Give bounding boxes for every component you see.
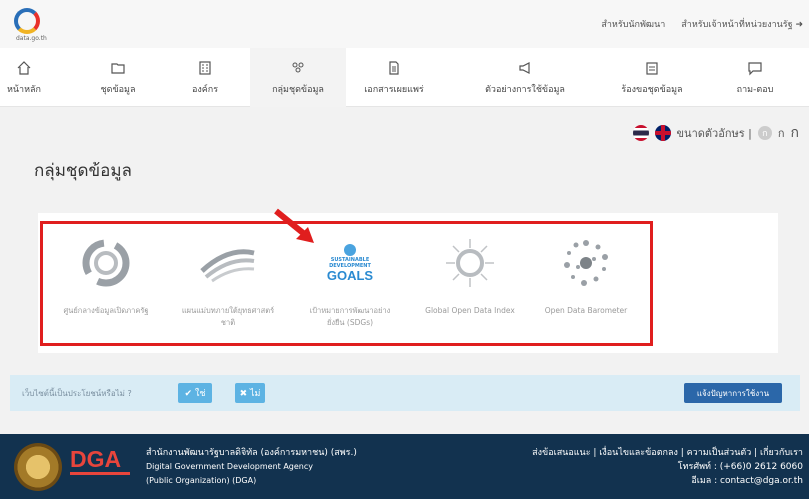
font-size-label: ขนาดตัวอักษร | [676, 127, 752, 140]
logo-text: data.go.th [16, 35, 47, 42]
developer-link[interactable]: สำหรับนักพัฒนา [601, 17, 665, 31]
nav-item-organizations[interactable]: องค์กร [180, 48, 230, 107]
main-nav: หน้าหลัก ชุดข้อมูล องค์กร กลุ่มชุดข้อมูล… [0, 48, 809, 107]
phone-text: โทรศัพท์ : (+66)0 2612 6060 [677, 462, 803, 472]
top-bar: data.go.th สำหรับนักพัฒนา สำหรับเจ้าหน้า… [0, 0, 809, 48]
org-line: (Public Organization) (DGA) [146, 476, 257, 485]
feedback-no-button[interactable]: ✖ ไม่ [235, 383, 265, 403]
building-icon [199, 60, 211, 75]
folder-icon [111, 62, 125, 74]
org-line: Digital Government Development Agency [146, 462, 313, 471]
document-icon [389, 60, 399, 75]
gov-staff-link[interactable]: สำหรับเจ้าหน้าที่หน่วยงานรัฐ ➜ [681, 17, 803, 31]
contact-info: ส่งข้อเสนอแนะ | เงื่อนไขและข้อตกลง | ควา… [532, 446, 803, 488]
page-title: กลุ่มชุดข้อมูล [34, 161, 132, 181]
logo-icon [14, 8, 40, 34]
nav-label: เอกสารเผยแพร่ [364, 84, 424, 95]
thai-flag-icon[interactable] [632, 125, 649, 141]
font-size-small[interactable]: ก [757, 126, 772, 140]
dga-logo-underline [70, 472, 130, 475]
font-size-large[interactable]: ก [791, 122, 799, 144]
feedback-yes-button[interactable]: ✔ ใช่ [178, 383, 212, 403]
feedback-question: เว็บไซต์นี้เป็นประโยชน์หรือไม่ ? [22, 389, 132, 398]
megaphone-icon [519, 61, 530, 74]
nav-item-faq[interactable]: ถาม-ตอบ [720, 48, 790, 107]
feedback-bar: เว็บไซต์นี้เป็นประโยชน์หรือไม่ ? ✔ ใช่ ✖… [10, 375, 800, 411]
nav-label: ตัวอย่างการใช้ข้อมูล [485, 84, 565, 95]
nav-label: กลุ่มชุดข้อมูล [272, 84, 324, 95]
nav-item-home[interactable]: หน้าหลัก [0, 48, 48, 107]
dga-logo[interactable]: DGA [70, 446, 121, 473]
request-icon [646, 61, 658, 75]
nav-label: ถาม-ตอบ [736, 84, 774, 95]
annotation-highlight-box [40, 221, 653, 346]
chat-icon [748, 61, 762, 75]
report-issue-button[interactable]: แจ้งปัญหาการใช้งาน [684, 383, 782, 403]
nav-item-showcases[interactable]: ตัวอย่างการใช้ข้อมูล [470, 48, 580, 107]
font-size-medium[interactable]: ก [778, 124, 785, 142]
nav-label: หน้าหลัก [6, 84, 42, 95]
footer: DGA สำนักงานพัฒนารัฐบาลดิจิทัล (องค์การม… [0, 434, 809, 499]
government-seal-icon [14, 443, 62, 491]
nav-label: ชุดข้อมูล [100, 84, 136, 95]
org-info: สำนักงานพัฒนารัฐบาลดิจิทัล (องค์การมหาชน… [146, 446, 357, 488]
nav-item-documents[interactable]: เอกสารเผยแพร่ [352, 48, 436, 107]
email-text[interactable]: อีเมล : contact@dga.or.th [532, 474, 803, 488]
nav-item-datasets[interactable]: ชุดข้อมูล [88, 48, 148, 107]
footer-links[interactable]: ส่งข้อเสนอแนะ | เงื่อนไขและข้อตกลง | ควา… [532, 446, 803, 460]
language-font-controls: ขนาดตัวอักษร | ก ก ก [632, 122, 799, 144]
org-line: สำนักงานพัฒนารัฐบาลดิจิทัล (องค์การมหาชน… [146, 448, 357, 458]
home-icon [17, 60, 31, 75]
group-icon [292, 62, 304, 72]
nav-item-request[interactable]: ร้องขอชุดข้อมูล [610, 48, 694, 107]
nav-label: องค์กร [191, 84, 219, 95]
site-logo[interactable]: data.go.th [8, 6, 68, 44]
nav-label: ร้องขอชุดข้อมูล [621, 84, 683, 95]
top-links: สำหรับนักพัฒนา สำหรับเจ้าหน้าที่หน่วยงาน… [601, 17, 803, 31]
nav-item-groups[interactable]: กลุ่มชุดข้อมูล [250, 48, 346, 107]
uk-flag-icon[interactable] [654, 125, 671, 141]
